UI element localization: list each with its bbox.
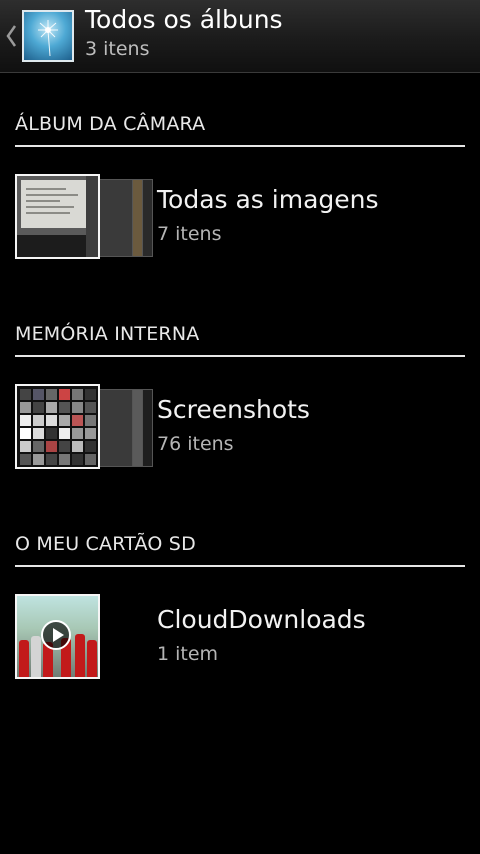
album-thumbnail [15, 594, 100, 679]
action-bar: Todos os álbuns 3 itens [0, 0, 480, 73]
album-title: Todas as imagens [157, 185, 379, 214]
page-title: Todos os álbuns [85, 5, 283, 34]
section-header-sd-card: O MEU CARTÃO SD [15, 533, 196, 555]
dandelion-icon [38, 20, 58, 57]
album-item-all-images[interactable]: Todas as imagens 7 itens [0, 160, 480, 280]
album-thumbnail-stack [15, 384, 153, 474]
album-count: 1 item [157, 643, 219, 665]
chevron-left-icon[interactable] [4, 22, 18, 50]
album-title: CloudDownloads [157, 605, 366, 634]
album-count: 76 itens [157, 433, 234, 455]
section-divider [15, 145, 465, 147]
section-divider [15, 565, 465, 567]
album-item-cloud-downloads[interactable]: CloudDownloads 1 item [0, 580, 480, 700]
album-title: Screenshots [157, 395, 310, 424]
section-divider [15, 355, 465, 357]
play-icon[interactable] [41, 620, 71, 650]
section-header-internal-memory: MEMÓRIA INTERNA [15, 323, 200, 345]
section-header-camera: ÁLBUM DA CÂMARA [15, 113, 206, 135]
album-thumbnail [15, 174, 100, 259]
album-cover-thumbnail[interactable] [22, 10, 74, 62]
album-thumbnail-stack [15, 174, 153, 264]
album-thumbnail-single [15, 594, 145, 684]
page-subtitle: 3 itens [85, 38, 150, 60]
album-thumbnail [15, 384, 100, 469]
album-item-screenshots[interactable]: Screenshots 76 itens [0, 370, 480, 490]
album-count: 7 itens [157, 223, 222, 245]
